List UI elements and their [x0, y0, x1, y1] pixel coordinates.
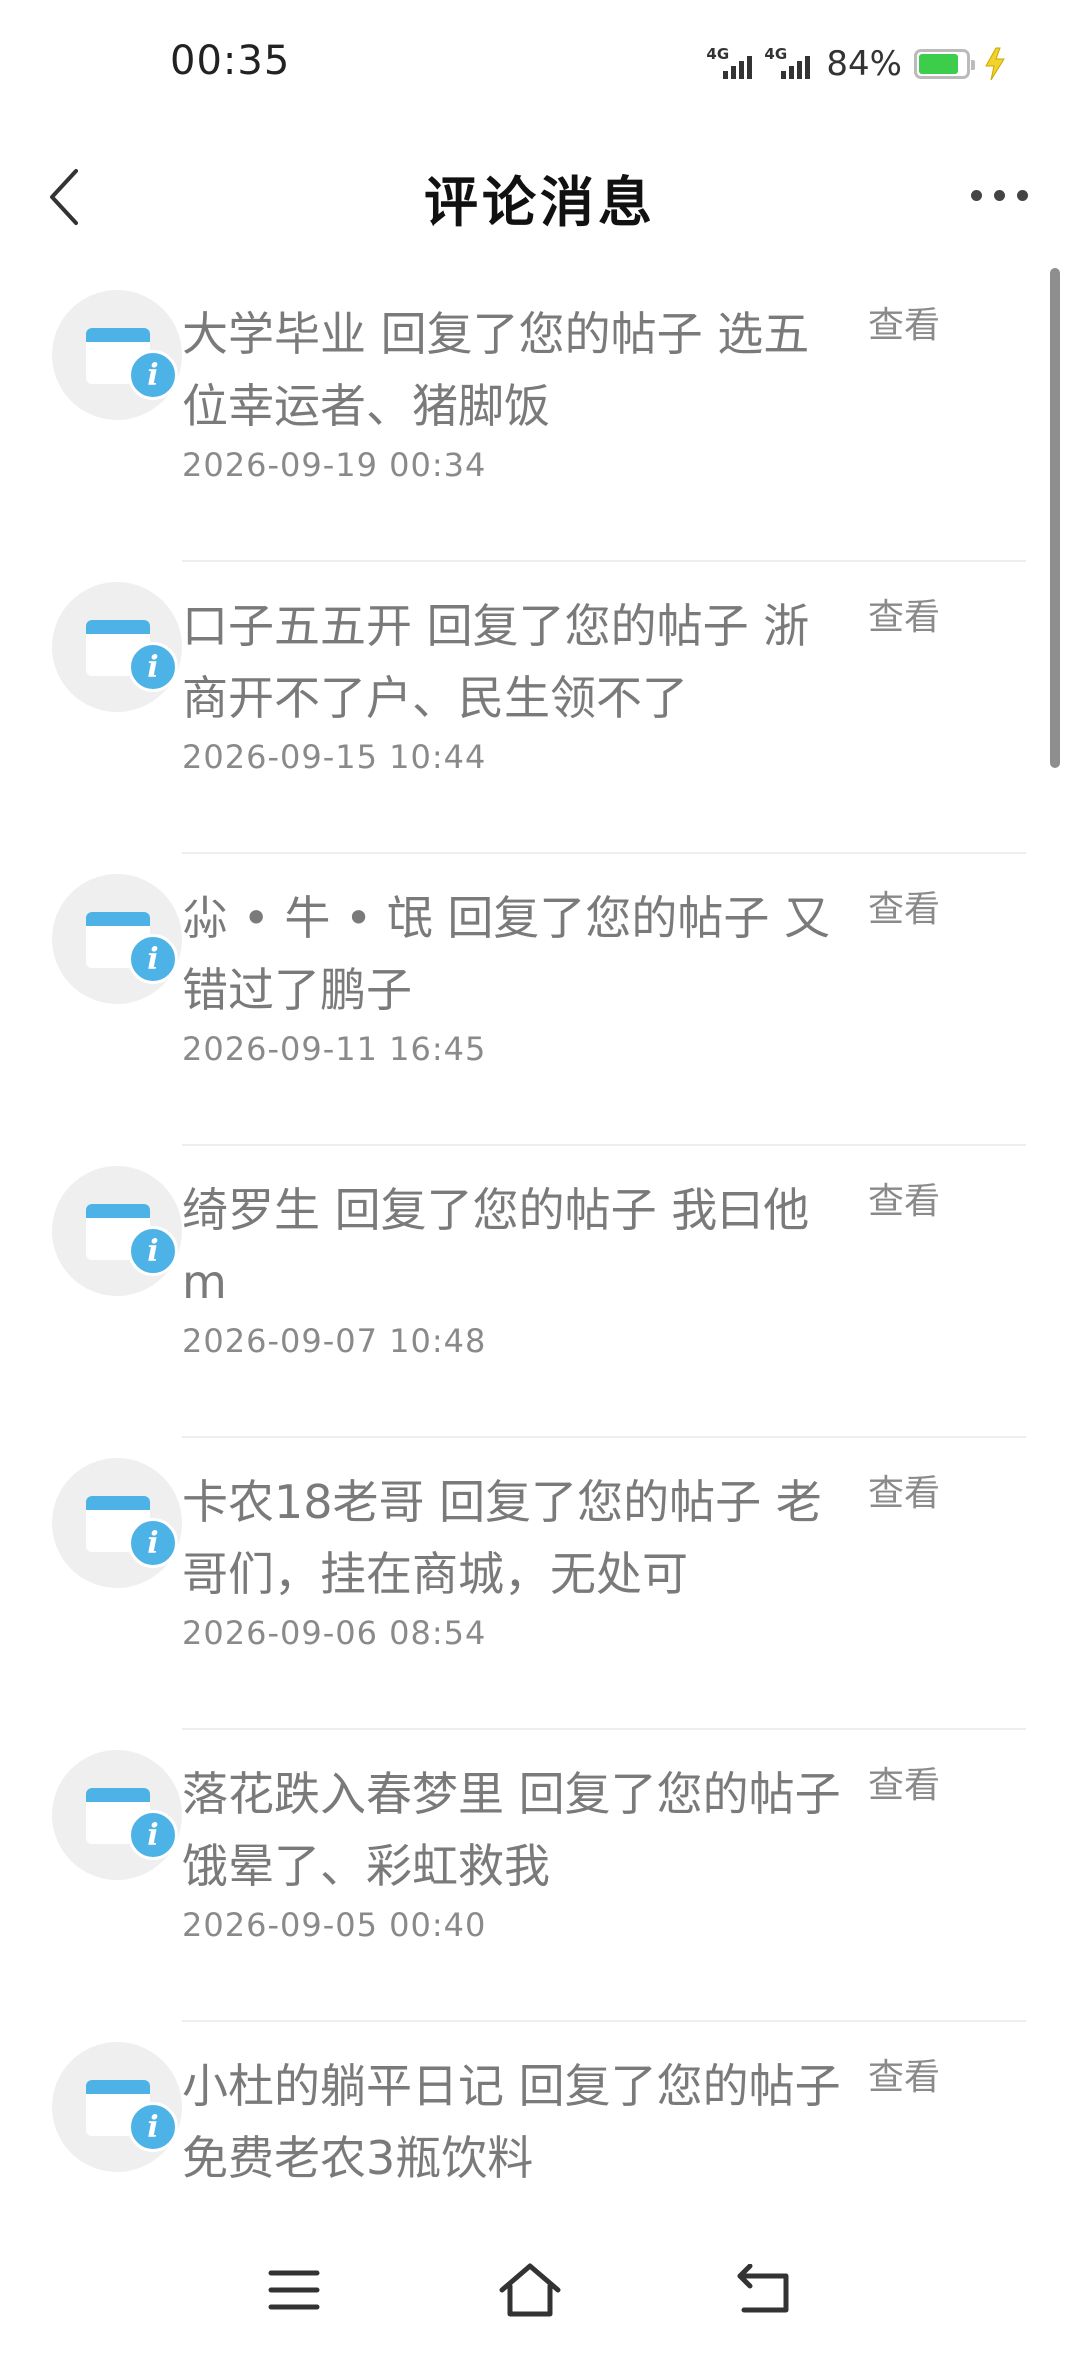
- scrollbar[interactable]: [1050, 268, 1060, 768]
- view-button[interactable]: 查看: [868, 2048, 940, 2100]
- view-button[interactable]: 查看: [868, 880, 940, 932]
- back-nav-button[interactable]: [714, 2240, 814, 2340]
- avatar: i: [52, 874, 182, 1004]
- system-nav-bar: [0, 2210, 1080, 2376]
- charging-bolt-icon: [985, 47, 1005, 81]
- info-icon: i: [128, 350, 178, 400]
- list-item[interactable]: i 尛 • 牛 • 氓 回复了您的帖子 又错过了鹏子 2026-09-11 16…: [0, 854, 1080, 1146]
- info-icon: i: [128, 934, 178, 984]
- user-name[interactable]: 口子五五开: [182, 599, 412, 653]
- info-icon: i: [128, 2102, 178, 2152]
- more-dot: [993, 189, 1005, 201]
- message-time: 2026-09-07 10:48: [182, 1322, 487, 1360]
- message-text: 小杜的躺平日记 回复了您的帖子 免费老农3瓶饮料: [182, 2050, 842, 2194]
- status-icons: 4G 4G 84%: [706, 44, 1008, 84]
- home-icon: [499, 2263, 561, 2317]
- more-button[interactable]: [954, 160, 1044, 230]
- user-name[interactable]: 落花跌入春梦里: [182, 1767, 504, 1821]
- signal-icon: 4G: [706, 45, 753, 81]
- message-time: 2026-09-15 10:44: [182, 738, 487, 776]
- battery-fill: [919, 54, 958, 74]
- message-text: 卡农18老哥 回复了您的帖子 老哥们，挂在商城，无处可: [182, 1466, 842, 1610]
- message-action: 回复了您的帖子: [518, 1767, 841, 1821]
- user-name[interactable]: 尛 • 牛 • 氓: [182, 891, 433, 945]
- message-list[interactable]: i 大学毕业 回复了您的帖子 选五位幸运者、猪脚饭 2026-09-19 00:…: [0, 270, 1080, 2210]
- info-icon: i: [128, 642, 178, 692]
- view-button[interactable]: 查看: [868, 1756, 940, 1808]
- battery-percent: 84%: [826, 44, 902, 84]
- avatar: i: [52, 1166, 182, 1296]
- status-bar: 00:35 4G 4G 84%: [0, 0, 1080, 130]
- avatar: i: [52, 290, 182, 420]
- menu-icon: [268, 2270, 320, 2310]
- list-item[interactable]: i 大学毕业 回复了您的帖子 选五位幸运者、猪脚饭 2026-09-19 00:…: [0, 270, 1080, 562]
- message-text: 绮罗生 回复了您的帖子 我曰他m: [182, 1174, 842, 1318]
- home-button[interactable]: [480, 2240, 580, 2340]
- back-arrow-icon: [737, 2264, 789, 2313]
- more-dot: [1016, 189, 1028, 201]
- list-item[interactable]: i 卡农18老哥 回复了您的帖子 老哥们，挂在商城，无处可 2026-09-06…: [0, 1438, 1080, 1730]
- message-action: 回复了您的帖子: [334, 1183, 657, 1237]
- message-time: 2026-09-06 08:54: [182, 1614, 487, 1652]
- user-name[interactable]: 大学毕业: [182, 307, 366, 361]
- user-name[interactable]: 绮罗生: [182, 1183, 320, 1237]
- message-text: 口子五五开 回复了您的帖子 浙商开不了户、民生领不了: [182, 590, 842, 734]
- avatar: i: [52, 1750, 182, 1880]
- list-item[interactable]: i 落花跌入春梦里 回复了您的帖子 饿晕了、彩虹救我 2026-09-05 00…: [0, 1730, 1080, 2022]
- message-action: 回复了您的帖子: [439, 1475, 762, 1529]
- view-button[interactable]: 查看: [868, 296, 940, 348]
- header: 评论消息: [0, 130, 1080, 260]
- message-text: 尛 • 牛 • 氓 回复了您的帖子 又错过了鹏子: [182, 882, 842, 1026]
- message-action: 回复了您的帖子: [380, 307, 703, 361]
- message-time: 2026-09-19 00:34: [182, 446, 487, 484]
- menu-button[interactable]: [244, 2240, 344, 2340]
- info-icon: i: [128, 1518, 178, 1568]
- view-button[interactable]: 查看: [868, 588, 940, 640]
- message-action: 回复了您的帖子: [426, 599, 749, 653]
- user-name[interactable]: 卡农18老哥: [182, 1475, 425, 1529]
- message-text: 大学毕业 回复了您的帖子 选五位幸运者、猪脚饭: [182, 298, 842, 442]
- battery-icon: [914, 49, 975, 79]
- avatar: i: [52, 582, 182, 712]
- message-time: 2026-09-05 00:40: [182, 1906, 487, 1944]
- avatar: i: [52, 1458, 182, 1588]
- user-name[interactable]: 小杜的躺平日记: [182, 2059, 504, 2113]
- status-time: 00:35: [170, 38, 291, 84]
- message-action: 回复了您的帖子: [518, 2059, 841, 2113]
- more-dots-icon: [970, 189, 982, 201]
- message-text: 落花跌入春梦里 回复了您的帖子 饿晕了、彩虹救我: [182, 1758, 842, 1902]
- message-content: 免费老农3瓶饮料: [182, 2131, 534, 2185]
- list-item[interactable]: i 绮罗生 回复了您的帖子 我曰他m 2026-09-07 10:48 查看: [0, 1146, 1080, 1438]
- message-content: 饿晕了、彩虹救我: [182, 1839, 550, 1893]
- avatar: i: [52, 2042, 182, 2172]
- info-icon: i: [128, 1226, 178, 1276]
- signal-icon: 4G: [764, 45, 811, 81]
- message-action: 回复了您的帖子: [447, 891, 770, 945]
- page-title: 评论消息: [424, 171, 656, 234]
- view-button[interactable]: 查看: [868, 1172, 940, 1224]
- list-item[interactable]: i 口子五五开 回复了您的帖子 浙商开不了户、民生领不了 2026-09-15 …: [0, 562, 1080, 854]
- info-icon: i: [128, 1810, 178, 1860]
- message-time: 2026-09-11 16:45: [182, 1030, 487, 1068]
- view-button[interactable]: 查看: [868, 1464, 940, 1516]
- list-item[interactable]: i 小杜的躺平日记 回复了您的帖子 免费老农3瓶饮料 查看: [0, 2022, 1080, 2210]
